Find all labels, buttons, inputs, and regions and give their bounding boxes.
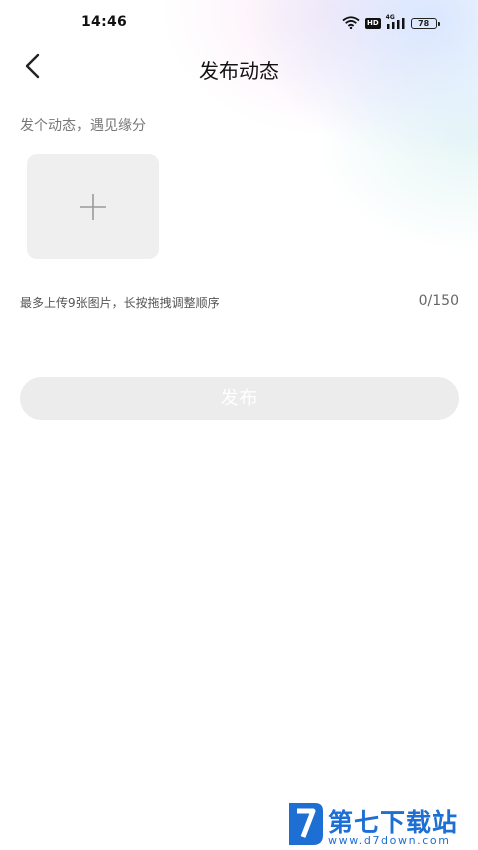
wifi-icon	[342, 14, 360, 33]
signal-icon: 4G	[386, 14, 406, 30]
site-watermark: 第七下载站 www.d7down.com	[283, 798, 478, 850]
upload-hint: 最多上传9张图片，长按拖拽调整顺序	[20, 296, 220, 310]
publish-button[interactable]: 发布	[20, 377, 459, 420]
site-logo-icon	[289, 803, 323, 845]
status-icons: HD 4G 78	[342, 14, 440, 33]
battery-icon: 78	[410, 17, 440, 29]
post-text-input[interactable]: 发个动态，遇见缘分	[20, 115, 146, 135]
hd-icon: HD	[365, 17, 381, 29]
status-time: 14:46	[81, 14, 128, 30]
status-bar: 14:46 HD 4G 78	[0, 0, 478, 44]
add-photo-button[interactable]	[27, 154, 159, 259]
plus-icon	[80, 193, 106, 220]
page-title: 发布动态	[199, 59, 279, 83]
watermark-url: www.d7down.com	[328, 834, 451, 847]
char-count: 0/150	[418, 293, 459, 309]
